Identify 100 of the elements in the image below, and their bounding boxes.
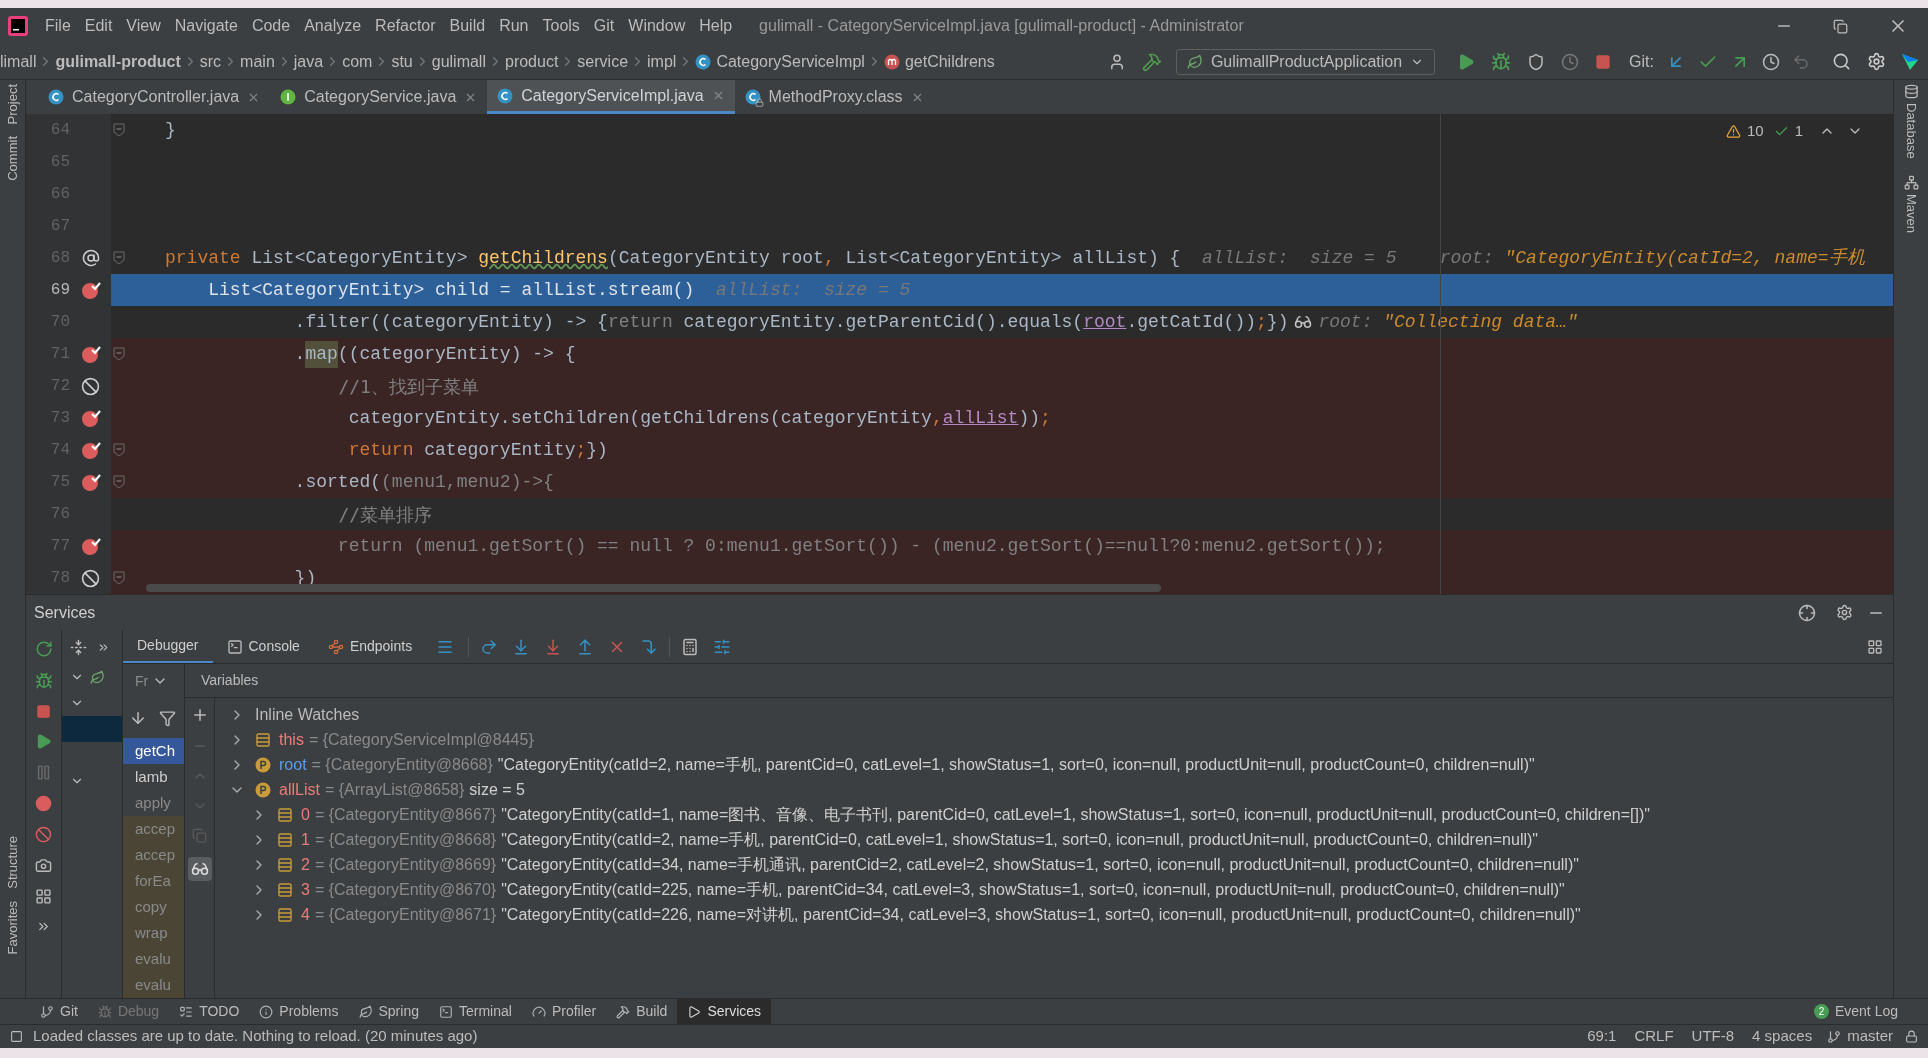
tool-window-button[interactable]: Spring (348, 999, 429, 1024)
settings-icon[interactable] (1836, 604, 1853, 621)
breadcrumb[interactable]: java (293, 49, 324, 74)
debugger-tab[interactable]: Endpoints (313, 630, 427, 663)
menu-item[interactable]: Refactor (368, 14, 443, 38)
muted-breakpoint-icon[interactable] (81, 376, 100, 396)
step-over-icon[interactable] (480, 637, 499, 656)
file-encoding[interactable]: UTF-8 (1682, 1025, 1744, 1048)
down-arrow-icon[interactable] (129, 709, 147, 727)
editor-tab[interactable]: CategoryService.java (270, 80, 488, 114)
tool-window-button[interactable]: Build (606, 999, 678, 1024)
camera-icon[interactable] (35, 857, 52, 874)
stack-frame[interactable]: apply (123, 790, 184, 816)
selected-tree-node[interactable] (62, 716, 122, 742)
tool-window-button[interactable]: Commit (0, 136, 29, 182)
breakpoint-icon[interactable] (80, 344, 101, 364)
fold-marker-icon[interactable] (113, 123, 125, 137)
menu-item[interactable]: Build (442, 14, 493, 38)
breadcrumb[interactable]: CategoryServiceImpl (716, 49, 865, 74)
tool-window-button[interactable]: Problems (249, 999, 349, 1024)
debugger-tab[interactable]: Debugger (123, 630, 213, 663)
breadcrumb[interactable]: stu (391, 49, 413, 74)
tool-window-button[interactable]: TODO (169, 999, 250, 1024)
breakpoints-icon[interactable] (35, 795, 52, 812)
panel-toggle-icon[interactable] (10, 1030, 23, 1043)
tool-window-button[interactable]: Favorites (0, 900, 29, 954)
git-branch[interactable]: master (1841, 1025, 1899, 1048)
tool-window-button[interactable]: Profiler (521, 999, 607, 1024)
filter-icon[interactable] (159, 709, 176, 727)
breakpoint-icon[interactable] (80, 536, 101, 556)
locate-icon[interactable] (1798, 603, 1816, 622)
breadcrumb[interactable]: limall (0, 49, 37, 74)
breadcrumb[interactable]: gulimall (431, 49, 486, 74)
stop-icon[interactable] (1595, 53, 1612, 70)
breadcrumb[interactable]: main (240, 49, 275, 74)
trace-icon[interactable] (713, 637, 732, 656)
collapse-all-icon[interactable] (70, 638, 87, 656)
stack-frame[interactable]: evalu (123, 972, 184, 998)
breadcrumb[interactable]: com (342, 49, 373, 74)
search-icon[interactable] (1832, 52, 1851, 71)
breakpoint-icon[interactable] (80, 472, 101, 492)
menu-item[interactable]: Window (621, 14, 693, 38)
inline-watches-toggle[interactable] (187, 857, 212, 881)
stop-icon[interactable] (36, 704, 51, 719)
breadcrumb[interactable]: src (199, 49, 222, 74)
menu-item[interactable]: Help (692, 14, 740, 38)
history-icon[interactable] (1762, 52, 1780, 71)
menu-item[interactable]: View (119, 14, 168, 38)
menu-item[interactable]: Analyze (297, 14, 369, 38)
tool-window-button[interactable]: Git (30, 999, 88, 1024)
debugger-tab[interactable]: Console (212, 630, 314, 663)
run-to-cursor-icon[interactable] (640, 637, 659, 656)
breakpoint-icon[interactable] (80, 408, 101, 428)
override-icon[interactable] (81, 249, 100, 267)
breadcrumb[interactable]: impl (647, 49, 677, 74)
frames-dropdown[interactable]: Fr (123, 664, 184, 698)
tool-window-button[interactable]: Services (677, 999, 772, 1024)
menu-item[interactable]: Code (244, 14, 298, 38)
editor-tab[interactable]: CategoryController.java (38, 80, 271, 114)
breadcrumb[interactable]: getChildrens (904, 49, 995, 74)
coverage-icon[interactable] (1527, 52, 1546, 71)
tool-window-button[interactable]: Project (0, 84, 29, 125)
debug-icon[interactable] (1491, 51, 1512, 72)
breadcrumb[interactable]: product (505, 49, 559, 74)
scrollbar-thumb[interactable] (146, 584, 1161, 592)
muted-breakpoint-icon[interactable] (81, 568, 100, 588)
layout-icon[interactable] (35, 888, 52, 905)
stack-frame[interactable]: wrap (123, 920, 184, 946)
mute-breakpoints-icon[interactable] (35, 826, 52, 843)
run-icon[interactable] (1457, 52, 1476, 71)
menu-item[interactable]: Tools (535, 14, 587, 38)
breakpoint-icon[interactable] (80, 280, 101, 300)
event-log-button[interactable]: Event Log (1834, 1001, 1898, 1022)
menu-item[interactable]: Navigate (167, 14, 245, 38)
pause-icon[interactable] (35, 764, 52, 781)
fold-marker-icon[interactable] (113, 251, 125, 265)
fold-marker-icon[interactable] (113, 475, 125, 489)
breadcrumb[interactable]: service (577, 49, 629, 74)
menu-item[interactable]: Edit (77, 14, 120, 38)
settings-icon[interactable] (1867, 52, 1886, 71)
evaluate-icon[interactable] (681, 637, 700, 656)
caret-position[interactable]: 69:1 (1578, 1025, 1626, 1048)
profile-icon[interactable] (1561, 52, 1580, 71)
rerun-icon[interactable] (34, 640, 53, 658)
plugin-logo-icon[interactable] (1900, 51, 1920, 72)
menu-item[interactable]: Run (492, 14, 536, 38)
stack-frame[interactable]: lamb (123, 764, 184, 790)
debug-icon[interactable] (34, 672, 53, 690)
resume-icon[interactable] (35, 733, 52, 750)
restore-icon[interactable] (1833, 18, 1848, 34)
fold-marker-icon[interactable] (113, 443, 125, 457)
tool-window-button[interactable]: Maven (1897, 193, 1925, 233)
lock-icon[interactable] (1905, 1030, 1918, 1043)
menu-item[interactable]: Git (586, 14, 622, 38)
stack-frame[interactable]: getCh (123, 738, 184, 764)
editor-tab[interactable]: CategoryServiceImpl.java (487, 80, 735, 114)
rollback-icon[interactable] (1792, 52, 1810, 71)
menu-item[interactable]: File (38, 14, 78, 38)
indent-setting[interactable]: 4 spaces (1743, 1025, 1822, 1048)
hammer-icon[interactable] (1141, 51, 1162, 72)
